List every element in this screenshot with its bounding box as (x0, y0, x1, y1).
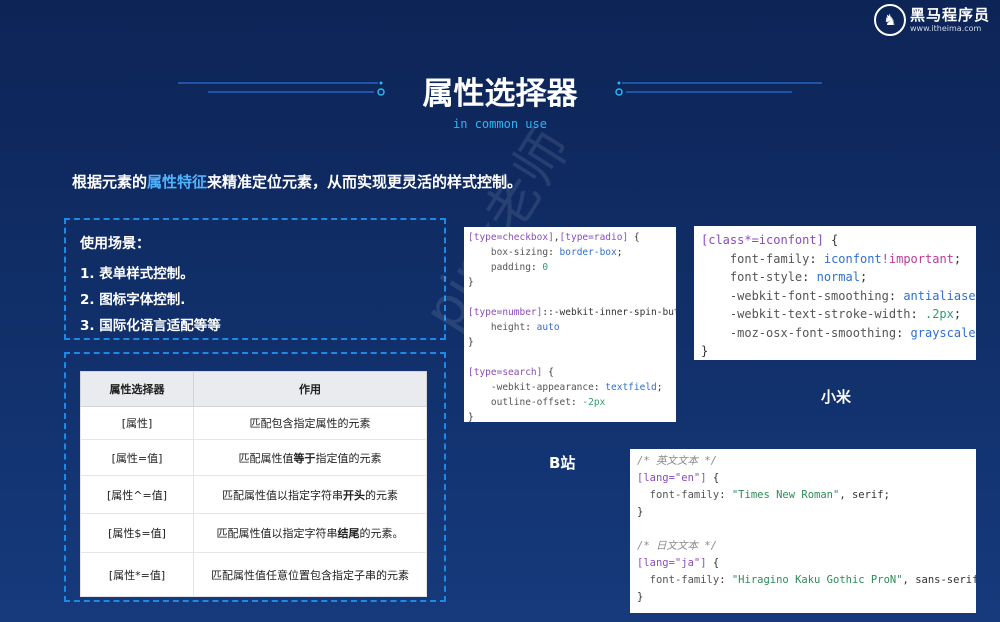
table-row: [属性^=值] 匹配属性值以指定字符串开头的元素 (80, 475, 427, 514)
page-title: 属性选择器 (422, 76, 578, 112)
scene-item: 1. 表单样式控制。 (80, 266, 194, 282)
brand-url: www.itheima.com (909, 23, 982, 33)
table-header: 属性选择器 (80, 371, 194, 407)
scene-item: 2. 图标字体控制. (80, 292, 186, 308)
table-header: 作用 (193, 371, 427, 407)
brand-name: 黑马程序员 (909, 5, 990, 24)
code-snippet-lang: /* 英文文本 */ [lang="en"] { font-family: "T… (630, 449, 976, 613)
label-xiaomi: 小米 (821, 388, 852, 406)
scenes-title: 使用场景： (80, 236, 150, 252)
table-row: [属性*=值] 匹配属性值任意位置包含指定子串的元素 (80, 552, 427, 597)
horse-logo-icon: ♞ (873, 4, 906, 36)
table-row: [属性$=值] 匹配属性值以指定字符串结尾的元素。 (80, 513, 427, 553)
scene-item: 3. 国际化语言适配等等 (80, 318, 221, 334)
intro-highlight: 属性特征 (147, 173, 208, 191)
brand-logo: ♞ 黑马程序员 www.itheima.com (873, 4, 990, 36)
selector-table: 属性选择器 作用 [属性] 匹配包含指定属性的元素 [属性=值] 匹配属性值等于… (80, 371, 427, 597)
page-subtitle: in common use (453, 117, 547, 131)
label-bilibili: B站 (549, 454, 576, 472)
intro-text: 根据元素的属性特征来精准定位元素，从而实现更灵活的样式控制。 (72, 173, 523, 191)
table-row: [属性=值] 匹配属性值等于指定值的元素 (80, 439, 427, 476)
table-row: [属性] 匹配包含指定属性的元素 (80, 406, 427, 440)
code-snippet-xiaomi: [class*=iconfont] { font-family: iconfon… (694, 226, 976, 360)
